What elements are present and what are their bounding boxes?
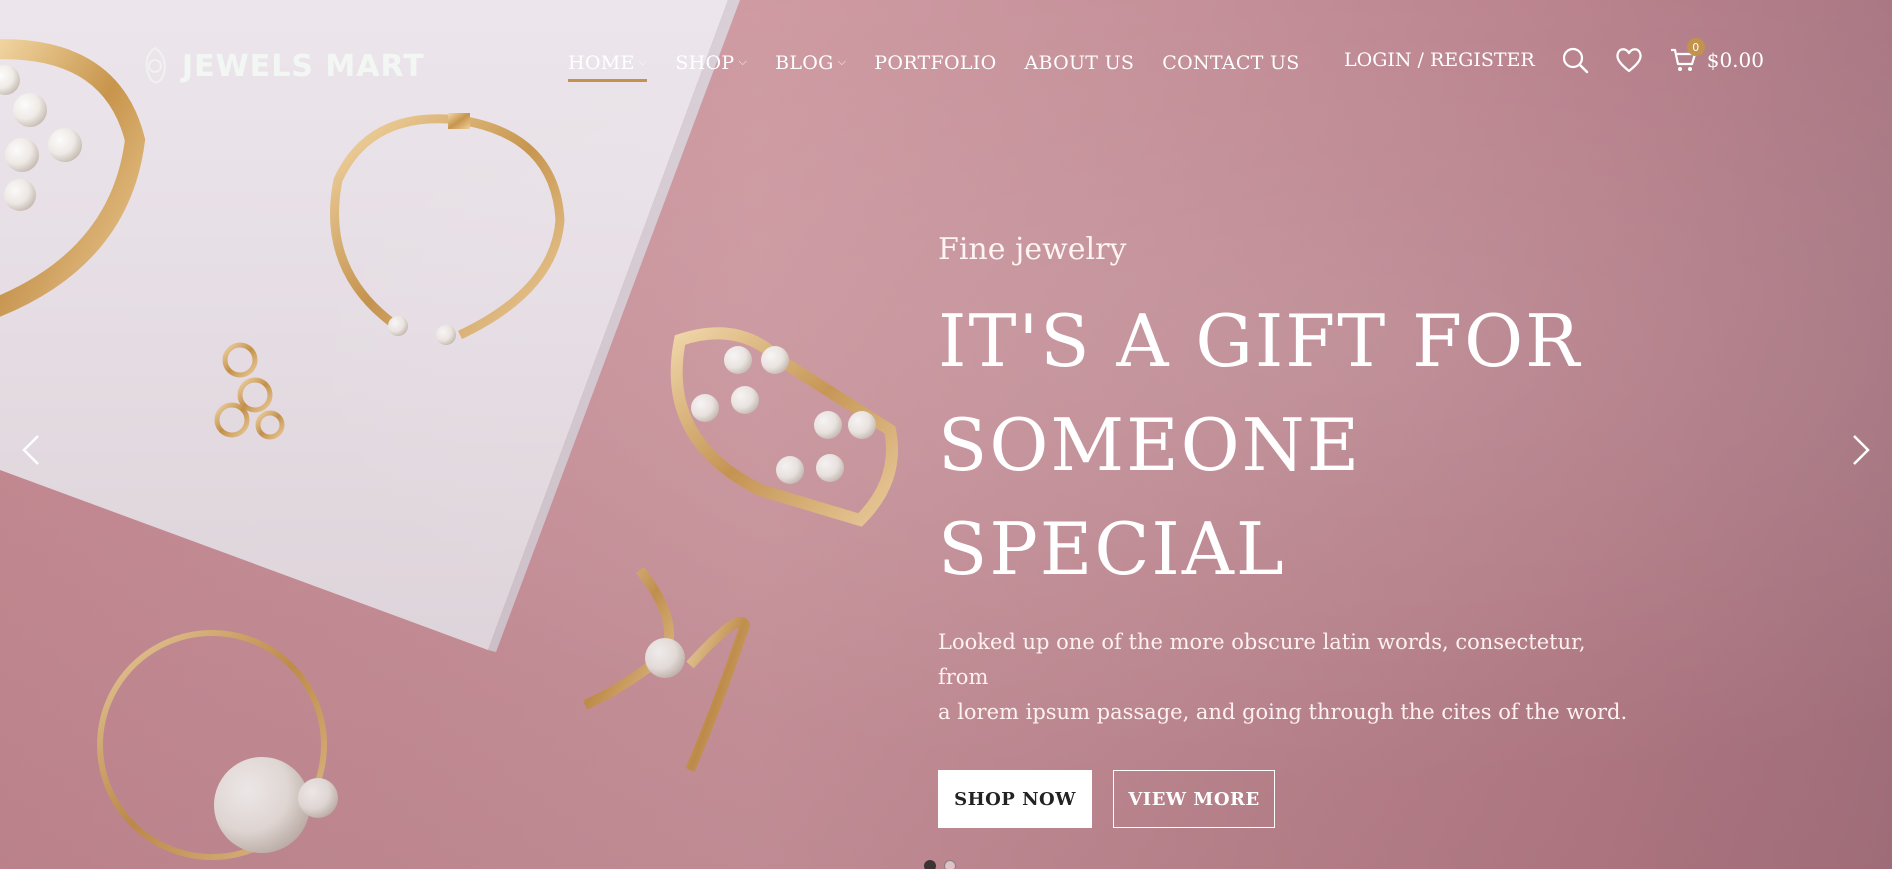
search-icon[interactable] — [1561, 46, 1589, 74]
carousel-dot-1[interactable] — [924, 860, 936, 869]
previous-slide-arrow-icon[interactable] — [16, 430, 48, 470]
nav-label-blog: BLOG — [775, 52, 834, 74]
main-navigation: HOME ⌵ SHOP ⌵ BLOG ⌵ PORTFOLIO ABOUT US … — [568, 52, 1300, 82]
carousel-dots — [924, 860, 956, 869]
slide-headline: IT'S A GIFT FOR SOMEONE SPECIAL — [938, 289, 1658, 601]
description-line-1: Looked up one of the more obscure latin … — [938, 630, 1586, 689]
nav-item-shop[interactable]: SHOP ⌵ — [675, 52, 747, 82]
logo-icon — [145, 46, 166, 84]
site-header: JEWELS MART HOME ⌵ SHOP ⌵ BLOG ⌵ PORTFOL… — [0, 0, 1892, 130]
chevron-down-icon: ⌵ — [638, 55, 648, 68]
nav-item-contact-us[interactable]: CONTACT US — [1162, 52, 1299, 82]
headline-line-2: SOMEONE SPECIAL — [938, 403, 1362, 591]
slide-buttons: SHOP NOW VIEW MORE — [938, 770, 1658, 828]
heart-icon[interactable] — [1615, 46, 1643, 74]
nav-label-about-us: ABOUT US — [1024, 52, 1135, 74]
headline-line-1: IT'S A GIFT FOR — [938, 299, 1582, 383]
cart-button[interactable]: 0 $0.00 — [1669, 38, 1764, 74]
carousel-dot-2[interactable] — [944, 860, 956, 869]
header-tools: LOGIN / REGISTER 0 $0.00 — [1344, 38, 1764, 74]
nav-label-portfolio: PORTFOLIO — [874, 52, 997, 74]
hero-slider: JEWELS MART HOME ⌵ SHOP ⌵ BLOG ⌵ PORTFOL… — [0, 0, 1892, 869]
slide-description: Looked up one of the more obscure latin … — [938, 625, 1638, 730]
nav-label-contact-us: CONTACT US — [1162, 52, 1300, 74]
login-register-link[interactable]: LOGIN / REGISTER — [1344, 49, 1535, 71]
chevron-down-icon: ⌵ — [837, 55, 847, 68]
next-slide-arrow-icon[interactable] — [1844, 430, 1876, 470]
site-logo[interactable]: JEWELS MART — [138, 44, 425, 88]
slide-content: Fine jewelry IT'S A GIFT FOR SOMEONE SPE… — [938, 232, 1658, 828]
nav-item-home[interactable]: HOME ⌵ — [568, 52, 648, 82]
cart-count-badge: 0 — [1686, 38, 1705, 56]
shop-now-button[interactable]: SHOP NOW — [938, 770, 1092, 828]
slide-eyebrow: Fine jewelry — [938, 232, 1127, 267]
nav-item-portfolio[interactable]: PORTFOLIO — [874, 52, 996, 82]
logo-text: JEWELS MART — [182, 48, 425, 84]
description-line-2: a lorem ipsum passage, and going through… — [938, 700, 1628, 724]
nav-item-about-us[interactable]: ABOUT US — [1024, 52, 1134, 82]
nav-item-blog[interactable]: BLOG ⌵ — [775, 52, 846, 82]
nav-label-home: HOME — [568, 52, 635, 74]
chevron-down-icon: ⌵ — [738, 55, 748, 68]
cart-total: $0.00 — [1706, 48, 1764, 72]
view-more-button[interactable]: VIEW MORE — [1113, 770, 1275, 828]
nav-label-shop: SHOP — [675, 52, 735, 74]
